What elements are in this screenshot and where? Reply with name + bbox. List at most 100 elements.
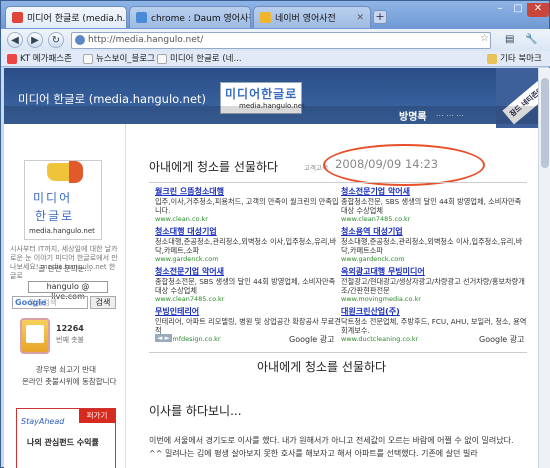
bookmark-item-kt[interactable]: KT 메가패스존	[7, 52, 72, 66]
ad-url[interactable]: www.clean7485.co.kr	[155, 295, 341, 303]
ad-title[interactable]: 대원크린산업(주)	[341, 306, 527, 317]
scrollbar[interactable]	[538, 68, 550, 468]
ad-url[interactable]: www.movingmedia.co.kr	[341, 295, 527, 303]
ad-description: 닥트청소 전문업체, 주방후드, FCU, AHU, 보일러, 청소, 용역회계…	[341, 317, 527, 335]
ad-title[interactable]: 무빙인테리어	[155, 306, 341, 317]
tab-naver-dictionary[interactable]: 네이버 영어사전 ✕	[253, 6, 371, 28]
ad-title[interactable]: 청소용역 대성기업	[341, 226, 527, 237]
candle-badge-icon[interactable]	[20, 318, 50, 354]
wrench-icon[interactable]: 🔧	[525, 32, 537, 48]
candle-icon	[26, 325, 44, 343]
forward-button[interactable]: ▶	[27, 32, 43, 48]
tab-daum-dictionary[interactable]: chrome : Daum 영어사전 ✕	[129, 6, 251, 28]
bookmarks-bar: KT 메가패스존 뉴스보이_블로그 미디어 한글로 (네... 기타 북마크	[1, 51, 550, 67]
contact-label: 글 관련 문의는...	[38, 264, 92, 273]
ad-title[interactable]: 청소대행 대성기업	[155, 226, 341, 237]
ad-url[interactable]: www.clean.co.kr	[155, 215, 341, 223]
site-header: 미디어 한글로 (media.hangulo.net) 미디어한글로 media…	[4, 68, 538, 128]
site-title[interactable]: 미디어 한글로 (media.hangulo.net)	[18, 91, 206, 107]
ad-description: 입주,이사,거주청소,피용처드, 고객의 만족이 월크린의 만족입니다.	[155, 197, 339, 215]
stayahead-widget[interactable]: StayAhead 퍼가기 나의 관심펀드 수익률	[16, 408, 116, 468]
bookmark-item-media-hangulo[interactable]: 미디어 한글로 (네...	[157, 52, 242, 66]
globe-icon	[75, 35, 85, 45]
tab-label: 미디어 한글로 (media.h...	[27, 14, 127, 24]
ad-item[interactable]: 청소용역 대성기업 청소대행,준공청소,관리청소,외벽청소 이사,입주청소,유리,…	[341, 226, 527, 263]
body-heading: 이사를 하다보니...	[149, 404, 242, 418]
ad-title[interactable]: 월크린 으뜸청소대행	[155, 186, 341, 197]
browser-window: 미디어 한글로 (media.h... ✕ chrome : Daum 영어사전…	[0, 0, 550, 468]
highlight-circle	[323, 144, 485, 186]
stayahead-logo: StayAhead	[21, 417, 65, 426]
favicon-icon	[260, 12, 271, 23]
ad-item[interactable]: 청소대행 대성기업 청소대행,준공청소,관리청소,외벽청소 이사,입주청소,유리,…	[155, 226, 341, 263]
close-tab-icon[interactable]: ✕	[356, 13, 364, 23]
ad-url[interactable]: www.gardenck.com	[341, 255, 527, 263]
ad-description: 청소대행,준공청소,관리청소,외벽청소 이사,입주청소,유리,바닥,카페트,소파	[155, 237, 337, 255]
favicon-icon	[136, 12, 147, 23]
fund-item[interactable]: 나의 관심펀드 수익률	[27, 437, 99, 448]
ad-item[interactable]: 월크린 으뜸청소대행 입주,이사,거주청소,피용처드, 고객의 만족이 월크린의 …	[155, 186, 341, 223]
page-icon	[83, 54, 93, 64]
email-address[interactable]: hangulo @ live.com	[28, 281, 108, 301]
back-button[interactable]: ◀	[7, 32, 23, 48]
ad-item[interactable]: 청소전문기업 악어새 종합청소전문, SBS 생생의 달인 44회 방영업체, 소…	[155, 266, 341, 303]
ad-title[interactable]: 청소전문기업 악어새	[341, 186, 527, 197]
tab-media-hangulo[interactable]: 미디어 한글로 (media.h... ✕	[5, 6, 127, 28]
ad-description: 종합청소전문, SBS 생생의 달인 44회 방영업체, 소비자만족대상 수상업…	[341, 197, 522, 215]
main-content: 아내에게 청소를 선물하다 고객고객 2008/09/09 14:23 월크린 …	[127, 124, 538, 468]
body-text: 이번에 서울에서 경기도로 이사를 했다. 내가 원해서가 아니고 전세값이 오…	[149, 436, 514, 458]
divider	[149, 182, 527, 183]
ad-nav-arrows[interactable]: ◄ ►	[155, 334, 172, 342]
google-ads-label-right[interactable]: Google 광고	[479, 334, 524, 345]
share-button[interactable]: 퍼가기	[79, 409, 115, 423]
ad-item[interactable]: 청소전문기업 악어새 종합청소전문, SBS 생생의 달인 44회 방영업체, 소…	[341, 186, 527, 223]
folder-icon	[487, 54, 497, 64]
megaphone-bell-icon	[69, 161, 83, 183]
bookmark-label: KT 메가패스존	[20, 54, 72, 64]
bookmark-label: 뉴스보이_블로그	[96, 54, 155, 64]
candle-count: 12264	[56, 324, 84, 333]
ad-description: 종합청소전문, SBS 생생의 달인 44회 방영업체, 소비자만족대상 수상업…	[155, 277, 336, 295]
logo-url: media.hangulo.net	[29, 227, 95, 235]
sidebar-logo[interactable]: 미디어 한글로 media.hangulo.net	[24, 160, 102, 240]
minimize-button[interactable]: –	[491, 3, 509, 17]
ad-description: 청소대행,준공청소,관리청소,외벽청소 이사,입주청소,유리,바닥,카페트소파	[341, 237, 523, 255]
ad-item[interactable]: 옥외광고대행 무빙미디어 전철광고/현대광고/생상자광고/차량광고 선거차량/홍보…	[341, 266, 527, 303]
maximize-button[interactable]: □	[509, 3, 527, 17]
google-ads-label-left[interactable]: Google 광고	[289, 334, 334, 345]
ad-title[interactable]: 청소전문기업 악어새	[155, 266, 341, 277]
ad-title[interactable]: 옥외광고대행 무빙미디어	[341, 266, 527, 277]
ad-description: 전철광고/현대광고/생상자광고/차량광고 선거차량/홍보차량개조/간판현판전문	[341, 277, 525, 295]
sidebar: 미디어 한글로 media.hangulo.net 시사부터 IT까지, 세상일…	[4, 124, 126, 468]
logo-text: 미디어한글로	[225, 87, 298, 101]
ad-url[interactable]: www.gardenck.com	[155, 255, 341, 263]
reload-button[interactable]: ↻	[48, 32, 64, 48]
close-window-button[interactable]: ✕	[527, 3, 549, 17]
campaign-text-1: 광우병 쇠고기 반대	[36, 365, 96, 374]
nav-other-links[interactable]: ... ... ...	[436, 109, 464, 118]
page-menu-icon[interactable]: ▤	[505, 32, 514, 48]
address-bar[interactable]: http://media.hangulo.net/	[71, 32, 491, 49]
candle-count-label: 번째 촛불	[56, 336, 84, 344]
new-tab-button[interactable]: +	[373, 10, 387, 24]
other-bookmarks-label: 기타 북마크	[500, 54, 542, 64]
site-nav: 방명록 ... ... ...	[4, 106, 538, 124]
logo-line-2: 한글로	[35, 209, 75, 223]
toolbar: ◀ ▶ ↻ http://media.hangulo.net/ ☆ ▤ 🔧	[1, 29, 550, 51]
kt-icon	[7, 54, 17, 64]
bookmark-star-icon[interactable]: ☆	[480, 33, 489, 44]
ad-description: 인테리어, 아파트 리모델링, 병원 및 상업공간 확장공사 무료견적	[155, 317, 341, 335]
nav-guestbook[interactable]: 방명록	[399, 108, 427, 123]
body-title: 아내에게 청소를 선물하다	[257, 360, 387, 374]
post-title[interactable]: 아내에게 청소를 선물하다	[149, 158, 278, 175]
search-button[interactable]: 검색	[90, 296, 116, 309]
tab-bar: 미디어 한글로 (media.h... ✕ chrome : Daum 영어사전…	[1, 1, 550, 29]
url-text: http://media.hangulo.net/	[88, 35, 204, 45]
logo-line-1: 미디어	[33, 191, 73, 205]
google-logo: Google	[15, 298, 47, 307]
search-input[interactable]: Google 맞춤검색	[12, 296, 88, 309]
ad-url[interactable]: www.clean7485.co.kr	[341, 215, 527, 223]
scrollbar-thumb[interactable]	[541, 78, 549, 168]
bookmark-item-newsboy[interactable]: 뉴스보이_블로그	[83, 52, 155, 66]
other-bookmarks[interactable]: 기타 북마크	[487, 52, 542, 66]
